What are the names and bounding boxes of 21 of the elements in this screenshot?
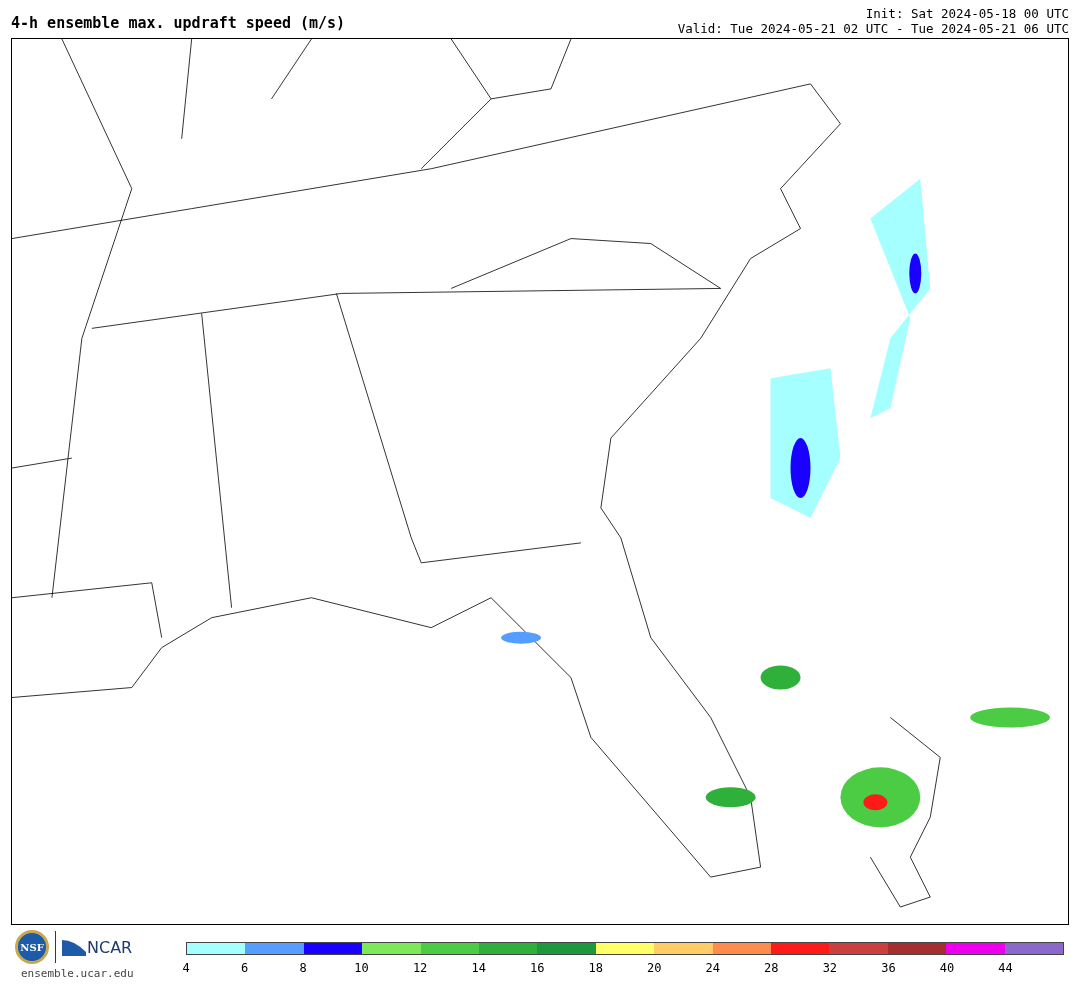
tick-label: 16 xyxy=(529,960,545,977)
map-title: 4-h ensemble max. updraft speed (m/s) xyxy=(11,16,346,31)
tick-label: 6 xyxy=(240,960,249,977)
tick-label: 32 xyxy=(822,960,838,977)
tick-label: 20 xyxy=(647,960,662,977)
site-url: ensemble.ucar.edu xyxy=(21,966,134,982)
tick-label: 14 xyxy=(471,960,486,977)
tick-label: 18 xyxy=(588,960,603,977)
tick-label: 36 xyxy=(881,960,896,977)
tick-label: 8 xyxy=(299,960,307,977)
tick-label: 40 xyxy=(939,960,955,977)
valid-time: Valid: Tue 2024-05-21 02 UTC - Tue 2024-05-21 06 UTC xyxy=(677,21,1069,36)
ncar-logo: NCAR xyxy=(62,938,133,956)
tick-label: 28 xyxy=(764,960,779,977)
tick-label: 10 xyxy=(354,960,369,977)
tick-label: 12 xyxy=(412,960,428,977)
tick-label: 4 xyxy=(182,960,190,977)
nsf-logo: NSF xyxy=(15,930,49,964)
tick-label: 44 xyxy=(998,960,1013,977)
init-time: Init: Sat 2024-05-18 00 UTC xyxy=(865,6,1069,21)
tick-label: 24 xyxy=(705,960,720,977)
